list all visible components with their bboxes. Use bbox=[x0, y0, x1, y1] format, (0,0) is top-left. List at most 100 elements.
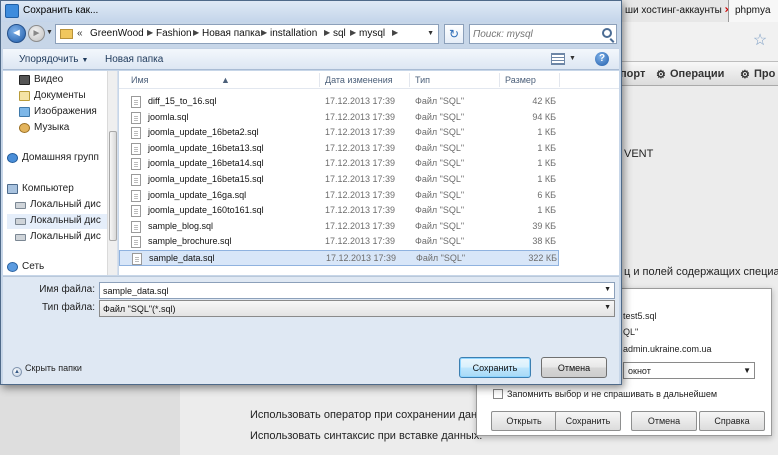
file-name: joomla.sql bbox=[148, 111, 189, 122]
nav-item-homegroup[interactable]: Домашняя групп bbox=[7, 151, 107, 166]
filename-field[interactable]: ▼ bbox=[99, 282, 615, 299]
menu-export[interactable]: порт bbox=[620, 68, 645, 80]
nav-item-music[interactable]: Музыка bbox=[19, 121, 107, 136]
save-button[interactable]: Сохранить bbox=[459, 357, 531, 378]
chevron-down-icon[interactable]: ▼ bbox=[427, 30, 434, 37]
remember-checkbox[interactable] bbox=[493, 389, 503, 399]
nav-item-local-disk-3[interactable]: Локальный дис bbox=[15, 230, 107, 245]
nav-item-computer[interactable]: Компьютер bbox=[7, 182, 107, 197]
cancel-button[interactable]: Отмена bbox=[541, 357, 607, 378]
column-divider[interactable] bbox=[409, 73, 410, 87]
file-size: 1 КБ bbox=[537, 205, 556, 216]
back-arrow-icon[interactable]: ◄ bbox=[7, 24, 26, 43]
sql-file-icon bbox=[131, 220, 141, 233]
search-input[interactable] bbox=[473, 27, 598, 41]
tool-icon: ⚙ bbox=[740, 69, 750, 81]
breadcrumb-sql[interactable]: sql bbox=[333, 28, 346, 39]
breadcrumb-mysql[interactable]: mysql bbox=[359, 28, 385, 39]
file-date: 17.12.2013 17:39 bbox=[325, 220, 396, 231]
breadcrumb-greenwood[interactable]: GreenWood bbox=[90, 28, 144, 39]
file-row[interactable]: joomla_update_16beta15.sql 17.12.2013 17:… bbox=[119, 172, 559, 188]
breadcrumb-separator-icon[interactable]: ▶ bbox=[261, 28, 267, 37]
view-options-icon[interactable] bbox=[551, 53, 565, 65]
file-row[interactable]: joomla_update_16beta13.sql 17.12.2013 17:… bbox=[119, 141, 559, 157]
nav-item-label: Локальный дис bbox=[30, 215, 101, 226]
forward-arrow-icon[interactable]: ► bbox=[28, 25, 45, 42]
download-action-select[interactable]: окнот ▼ bbox=[623, 362, 755, 379]
filetype-select[interactable]: Файл "SQL"(*.sql) ▼ bbox=[99, 300, 615, 317]
file-row[interactable]: sample_blog.sql 17.12.2013 17:39 Файл "SQL… bbox=[119, 219, 559, 235]
breadcrumb-separator-icon[interactable]: ▶ bbox=[324, 28, 330, 37]
nav-item-label: Компьютер bbox=[22, 183, 74, 194]
file-row[interactable]: diff_15_to_16.sql 17.12.2013 17:39 Файл "S… bbox=[119, 94, 559, 110]
nav-item-network[interactable]: Сеть bbox=[7, 260, 107, 275]
nav-item-label: Локальный дис bbox=[30, 231, 101, 242]
file-size: 39 КБ bbox=[532, 220, 556, 231]
file-name: joomla_update_16ga.sql bbox=[148, 189, 247, 200]
breadcrumb-installation[interactable]: installation bbox=[270, 28, 317, 39]
dialog-titlebar[interactable]: Сохранить как... bbox=[1, 1, 621, 22]
file-row[interactable]: joomla_update_16beta2.sql 17.12.2013 17:3… bbox=[119, 125, 559, 141]
search-icon[interactable] bbox=[602, 28, 612, 38]
nav-item-local-disk-2[interactable]: Локальный дис bbox=[7, 214, 107, 229]
scrollbar-thumb[interactable] bbox=[109, 131, 117, 241]
file-row[interactable]: joomla.sql 17.12.2013 17:39 Файл "SQL" 94 К… bbox=[119, 110, 559, 126]
tab-phpmyadmin[interactable]: phpmya bbox=[728, 0, 778, 22]
column-divider[interactable] bbox=[499, 73, 500, 87]
tab-hosting-accounts[interactable]: ши хостинг-аккаунты× bbox=[618, 0, 728, 22]
download-save-button[interactable]: Сохранить bbox=[555, 411, 621, 431]
nav-item-videos[interactable]: Видео bbox=[19, 73, 107, 88]
chevron-down-icon[interactable]: ▼ bbox=[604, 286, 611, 293]
chevron-up-icon: ▲ bbox=[12, 367, 22, 377]
disk-icon bbox=[15, 218, 26, 225]
column-divider[interactable] bbox=[319, 73, 320, 87]
event-text: VENT bbox=[624, 148, 654, 160]
disk-icon bbox=[15, 234, 26, 241]
nav-scrollbar[interactable] bbox=[107, 71, 117, 275]
command-bar: Упорядочить ▼ Новая папка ▼ ? bbox=[3, 48, 619, 70]
file-type: Файл "SQL" bbox=[416, 253, 466, 263]
nav-item-label: Изображения bbox=[34, 106, 97, 117]
search-box[interactable] bbox=[469, 24, 617, 44]
menu-more[interactable]: Про bbox=[754, 68, 775, 80]
file-date: 17.12.2013 17:39 bbox=[326, 253, 397, 263]
breadcrumb-new-folder[interactable]: Новая папка bbox=[202, 28, 260, 39]
chevron-down-icon[interactable]: ▼ bbox=[569, 55, 576, 62]
nav-item-images[interactable]: Изображения bbox=[19, 105, 107, 120]
file-row[interactable]: joomla_update_16ga.sql 17.12.2013 17:39 Фа… bbox=[119, 188, 559, 204]
star-icon[interactable]: ☆ bbox=[746, 30, 774, 54]
help-icon[interactable]: ? bbox=[595, 52, 609, 66]
file-date: 17.12.2013 17:39 bbox=[325, 96, 396, 106]
breadcrumb-separator-icon[interactable]: ▶ bbox=[350, 28, 356, 37]
overflow-chevron-icon[interactable]: « bbox=[77, 28, 83, 39]
refresh-icon[interactable]: ↻ bbox=[444, 24, 464, 44]
organize-button[interactable]: Упорядочить ▼ bbox=[19, 54, 88, 65]
column-size[interactable]: Размер bbox=[505, 75, 536, 85]
file-size: 1 КБ bbox=[537, 174, 556, 184]
filename-input[interactable] bbox=[103, 285, 593, 297]
breadcrumb-separator-icon[interactable]: ▶ bbox=[392, 28, 398, 37]
column-divider[interactable] bbox=[559, 73, 560, 87]
menu-operations[interactable]: Операции bbox=[670, 68, 724, 80]
download-cancel-button[interactable]: Отмена bbox=[631, 411, 697, 431]
help-button[interactable]: Справка bbox=[699, 411, 765, 431]
new-folder-button[interactable]: Новая папка bbox=[105, 54, 163, 65]
column-name[interactable]: Имя bbox=[131, 75, 149, 85]
file-size: 6 КБ bbox=[537, 189, 556, 200]
file-row[interactable]: sample_data.sql 17.12.2013 17:39 Файл "SQL… bbox=[119, 250, 559, 266]
hide-folders-toggle[interactable]: ▲ Скрыть папки bbox=[12, 363, 82, 377]
open-button[interactable]: Открыть bbox=[491, 411, 557, 431]
nav-item-documents[interactable]: Документы bbox=[19, 89, 107, 104]
nav-item-local-disk-1[interactable]: Локальный дис bbox=[15, 198, 107, 213]
breadcrumb-separator-icon[interactable]: ▶ bbox=[193, 28, 199, 37]
address-bar[interactable]: « GreenWood ▶ Fashion ▶ Новая папка ▶ in… bbox=[55, 24, 439, 44]
organize-label: Упорядочить bbox=[19, 54, 79, 65]
recent-pages-dropdown-icon[interactable]: ▼ bbox=[46, 29, 53, 36]
column-date[interactable]: Дата изменения bbox=[325, 75, 393, 85]
file-row[interactable]: joomla_update_160to161.sql 17.12.2013 17:… bbox=[119, 203, 559, 219]
column-type[interactable]: Тип bbox=[415, 75, 430, 85]
file-row[interactable]: sample_brochure.sql 17.12.2013 17:39 Файл … bbox=[119, 234, 559, 250]
file-row[interactable]: joomla_update_16beta14.sql 17.12.2013 17:… bbox=[119, 156, 559, 172]
breadcrumb-fashion[interactable]: Fashion bbox=[156, 28, 192, 39]
breadcrumb-separator-icon[interactable]: ▶ bbox=[147, 28, 153, 37]
